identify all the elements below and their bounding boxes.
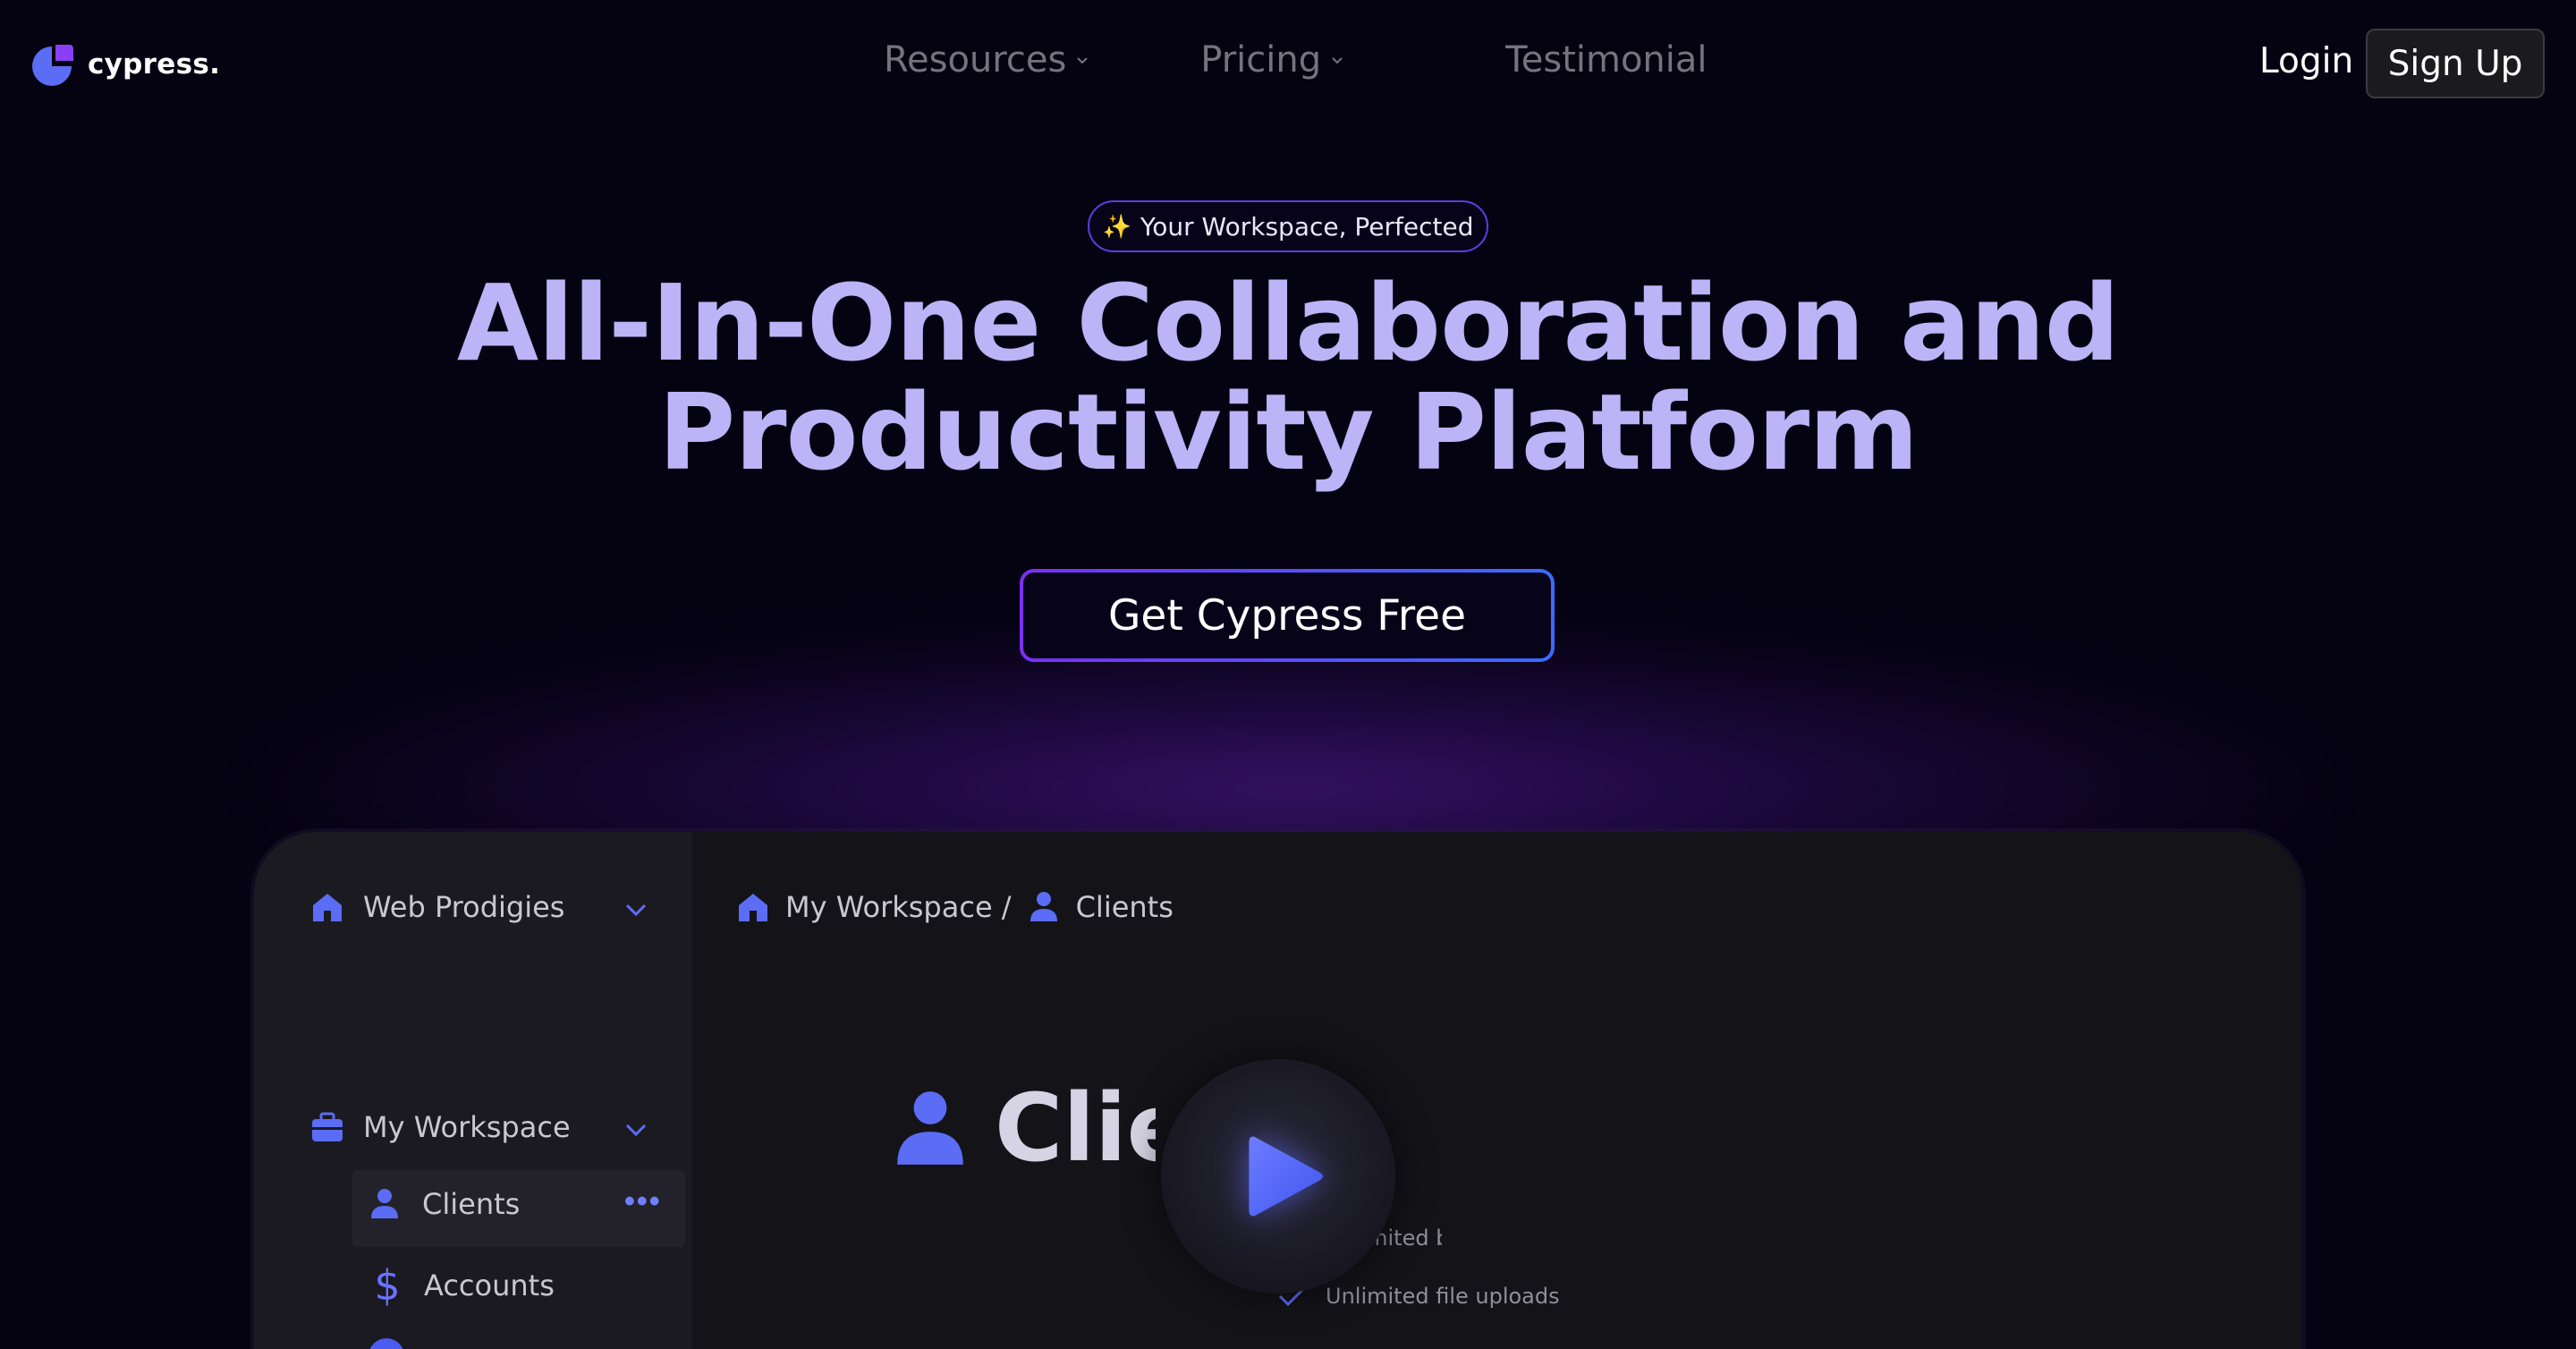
user-icon (1030, 892, 1057, 921)
hero-badge-text: Your Workspace, Perfected (1140, 211, 1474, 242)
sidebar-item-accounts[interactable]: $ Accounts (372, 1261, 555, 1310)
sidebar-item-label: Clients (422, 1187, 521, 1221)
hero-title: All-In-One Collaboration and Productivit… (0, 268, 2576, 487)
logo[interactable]: cypress. (29, 41, 220, 88)
play-video-button[interactable] (1161, 1059, 1395, 1294)
sidebar-item-label: Accounts (424, 1268, 555, 1302)
briefcase-icon (312, 1112, 343, 1141)
hero-badge: ✨ Your Workspace, Perfected (1088, 200, 1488, 252)
house-icon (739, 894, 767, 921)
chevron-down-icon[interactable] (623, 1116, 649, 1143)
doc-title-text: Clients (995, 1073, 1156, 1183)
user-icon (371, 1189, 398, 1218)
breadcrumb: My Workspace / Clients (735, 889, 1174, 925)
login-button[interactable]: Login (2259, 41, 2353, 81)
hero-title-line2: Productivity Platform (657, 370, 1919, 494)
nav-testimonial-label: Testimonial (1505, 39, 1707, 81)
doc-title: Clients (893, 1073, 1156, 1183)
cypress-logo-icon (32, 45, 73, 86)
sparkles-icon: ✨ (1102, 212, 1131, 240)
workspace-name: Web Prodigies (363, 890, 565, 924)
sidebar-item-clients[interactable]: Clients (367, 1186, 520, 1222)
preview-sidebar: Web Prodigies My Workspace Clients ••• $… (254, 832, 692, 1349)
folder-my-workspace[interactable]: My Workspace (309, 1109, 571, 1145)
preview-main: My Workspace / Clients Clients Unlimited… (692, 832, 2302, 1349)
user-icon (369, 1338, 404, 1349)
user-icon (897, 1091, 963, 1165)
house-icon (313, 894, 342, 921)
nav-links: Resources Pricing Testimonial (884, 39, 1707, 81)
workspace-selector[interactable]: Web Prodigies (309, 889, 564, 925)
nav-testimonial[interactable]: Testimonial (1505, 39, 1707, 81)
logo-text: cypress. (88, 48, 221, 81)
page: cypress. Resources Pricing Testimonial L… (0, 0, 2576, 1349)
breadcrumb-workspace[interactable]: My Workspace / (785, 890, 1012, 924)
get-cypress-free-button[interactable]: Get Cypress Free (1020, 569, 1555, 662)
more-options-icon[interactable]: ••• (624, 1184, 662, 1219)
play-icon (1249, 1136, 1323, 1217)
chevron-down-icon (1077, 57, 1088, 64)
nav-resources[interactable]: Resources (884, 39, 1089, 81)
nav-pricing[interactable]: Pricing (1200, 39, 1344, 81)
top-nav: cypress. Resources Pricing Testimonial L… (0, 0, 2576, 130)
dollar-icon: $ (374, 1261, 401, 1310)
feature-item: Unlimited file uploads (1277, 1284, 1560, 1309)
breadcrumb-page[interactable]: Clients (1076, 890, 1174, 924)
chevron-down-icon (1332, 57, 1343, 64)
folder-label: My Workspace (363, 1110, 571, 1144)
nav-pricing-label: Pricing (1200, 39, 1322, 81)
chevron-down-icon[interactable] (623, 896, 649, 923)
signup-button[interactable]: Sign Up (2366, 29, 2545, 98)
hero-title-line1: All-In-One Collaboration and (456, 261, 2120, 385)
feature-text: Unlimited file uploads (1326, 1284, 1560, 1309)
nav-resources-label: Resources (884, 39, 1067, 81)
